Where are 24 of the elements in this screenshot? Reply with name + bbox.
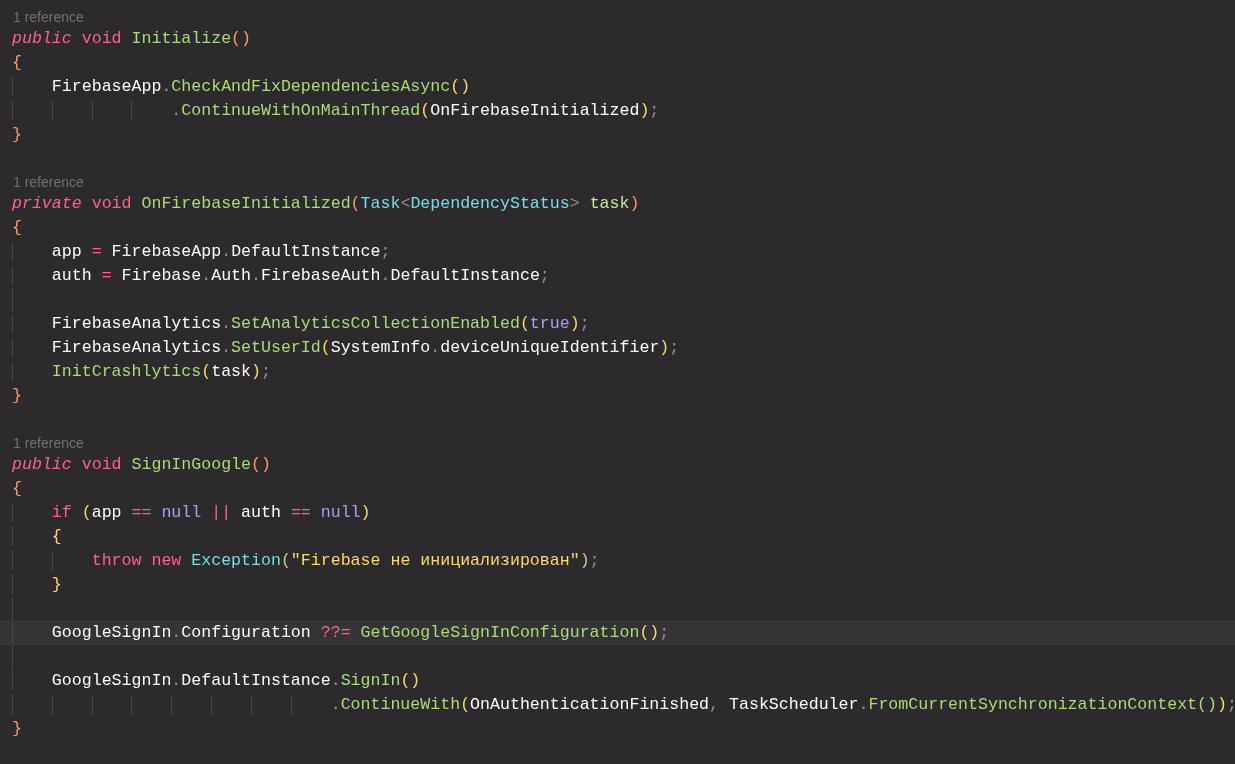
code-line: public void SignInGoogle() (11, 454, 271, 476)
code-line: .ContinueWith(OnAuthenticationFinished, TaskScheduler.FromCurrentSynchronizationContext()); (0, 694, 1235, 716)
code-line: } (11, 718, 22, 740)
code-line: } (11, 124, 22, 146)
code-line: GoogleSignIn.Configuration ??= GetGoogleSignInConfiguration(); (0, 622, 670, 644)
code-line: public void Initialize() (11, 28, 252, 50)
code-line: { (11, 52, 22, 74)
code-line: } (11, 385, 22, 407)
code-line: private void OnFirebaseInitialized(Task<DependencyStatus> task) (11, 193, 640, 215)
code-line: auth = Firebase.Auth.FirebaseAuth.DefaultInstance; (0, 265, 550, 287)
reference-count-link[interactable]: 1 reference (13, 435, 84, 450)
code-line: InitCrashlytics(task); (0, 361, 271, 383)
code-line: { (11, 217, 22, 239)
reference-count-link[interactable]: 1 reference (13, 174, 84, 189)
code-line: GoogleSignIn.DefaultInstance.SignIn() (0, 670, 421, 692)
code-line: { (11, 478, 22, 500)
code-line: if (app == null || auth == null) (0, 502, 371, 524)
reference-count-link[interactable]: 1 reference (13, 9, 84, 24)
code-line: .ContinueWithOnMainThread(OnFirebaseInitialized); (0, 100, 660, 122)
code-line: FirebaseApp.CheckAndFixDependenciesAsync() (0, 76, 471, 98)
code-line: FirebaseAnalytics.SetAnalyticsCollectionEnabled(true); (0, 313, 590, 335)
code-line: throw new Exception("Firebase не инициализирован"); (0, 550, 600, 572)
code-line: app = FirebaseApp.DefaultInstance; (0, 241, 391, 263)
code-line: FirebaseAnalytics.SetUserId(SystemInfo.deviceUniqueIdentifier); (0, 337, 680, 359)
